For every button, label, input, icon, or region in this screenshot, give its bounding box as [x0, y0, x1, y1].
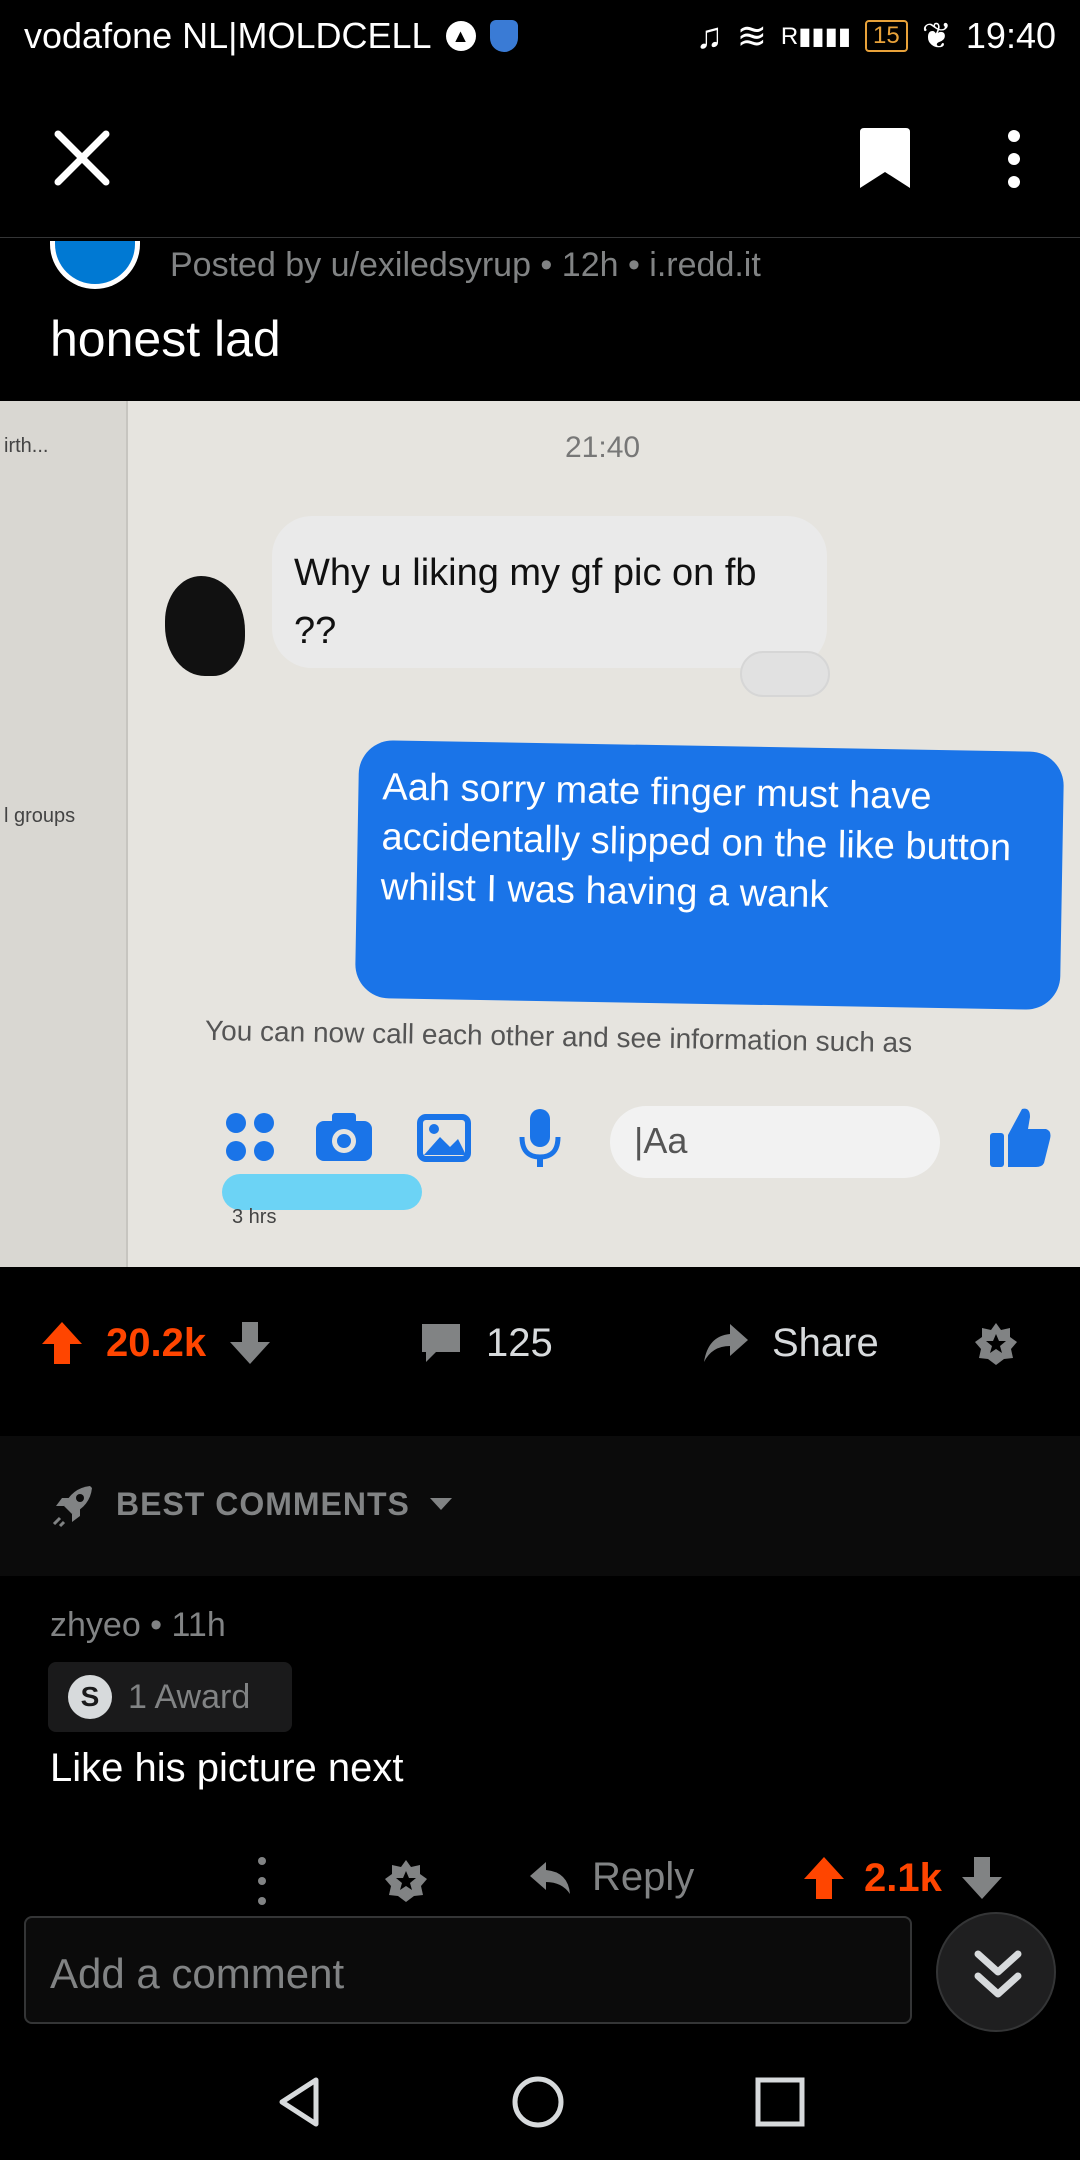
double-chevron-down-icon	[974, 1950, 1022, 1998]
rocket-icon	[52, 1486, 92, 1528]
reply-icon	[530, 1861, 570, 1894]
camera-icon	[316, 1113, 372, 1161]
comments-count: 125	[486, 1320, 553, 1365]
more-vertical-icon[interactable]	[252, 1853, 272, 1909]
upvote-icon[interactable]	[40, 1320, 84, 1366]
image-icon	[417, 1114, 471, 1162]
outgoing-message: Aah sorry mate finger must have accident…	[354, 739, 1065, 1011]
comment-vote: 2.1k	[802, 1855, 1004, 1901]
redaction-scribble	[222, 1174, 422, 1210]
home-icon[interactable]	[510, 2074, 566, 2130]
next-comment-button[interactable]	[936, 1912, 1056, 2032]
roaming-indicator: R	[780, 22, 799, 50]
sort-dropdown[interactable]: BEST COMMENTS	[50, 1480, 454, 1528]
vpn-shield-icon	[489, 20, 518, 52]
comment-composer: Add a comment	[0, 1912, 1080, 2042]
share-button[interactable]: Share	[702, 1320, 879, 1366]
battery-icon: 15	[865, 20, 908, 52]
alert-icon: ▲	[445, 21, 476, 51]
microphone-icon	[519, 1109, 561, 1167]
thumbs-up-icon	[990, 1108, 1051, 1167]
post-vote: 20.2k	[40, 1320, 272, 1366]
comment-sort-bar: BEST COMMENTS	[0, 1436, 1080, 1576]
call-notice: You can now call each other and see info…	[204, 1014, 913, 1059]
bookmark-icon[interactable]	[858, 128, 912, 190]
add-comment-input[interactable]: Add a comment	[24, 1916, 912, 2024]
posted-by[interactable]: Posted by u/exiledsyrup • 12h • i.redd.i…	[170, 246, 761, 285]
headset-icon: ♫	[695, 15, 723, 56]
message-time: 21:40	[565, 431, 641, 464]
add-reaction-icon	[740, 651, 830, 697]
carrier-label: vodafone NL|MOLDCELL	[24, 15, 432, 56]
close-icon[interactable]	[52, 128, 112, 188]
downvote-icon[interactable]	[960, 1855, 1004, 1901]
post-title: honest lad	[50, 311, 281, 367]
post-image[interactable]: irth... l groups 21:40 Why u liking my g…	[0, 401, 1080, 1267]
comment-score: 2.1k	[864, 1855, 942, 1900]
share-label: Share	[772, 1320, 879, 1365]
award-icon[interactable]	[382, 1857, 430, 1905]
apps-icon	[226, 1113, 274, 1161]
more-vertical-icon[interactable]	[1000, 128, 1028, 190]
wifi-icon: ≋	[736, 15, 767, 56]
back-icon[interactable]	[272, 2074, 328, 2130]
reply-button[interactable]: Reply	[528, 1855, 694, 1900]
status-bar: vodafone NL|MOLDCELL ▲ ♫ ≋ R▮▮▮▮ 15 ❦ 19…	[0, 0, 1080, 72]
messenger-input: |Aa	[610, 1106, 940, 1178]
comment-body: Like his picture next	[50, 1746, 404, 1790]
upvote-icon[interactable]	[802, 1855, 846, 1901]
subreddit-avatar[interactable]	[50, 241, 140, 289]
signal-icon: R▮▮▮▮	[780, 22, 852, 50]
comment-actions: Reply 2.1k	[0, 1841, 1080, 1921]
downvote-icon[interactable]	[228, 1320, 272, 1366]
post-actions: 20.2k 125 Share	[0, 1268, 1080, 1438]
time-ago: 3 hrs	[232, 1206, 277, 1228]
recents-icon[interactable]	[752, 2074, 808, 2130]
post-score: 20.2k	[106, 1320, 207, 1365]
chevron-down-icon	[429, 1498, 452, 1510]
silver-award-icon: S	[68, 1675, 112, 1719]
post-toolbar	[0, 72, 1080, 238]
comment: zhyeo • 11h S 1 Award Like his picture n…	[0, 1576, 1080, 1916]
image-sidebar-text: irth...	[4, 435, 49, 457]
reply-label: Reply	[592, 1855, 695, 1899]
image-sidebar	[0, 401, 128, 1267]
incoming-message: Why u liking my gf pic on fb ??	[272, 516, 827, 668]
sort-label: BEST COMMENTS	[116, 1485, 410, 1522]
comments-button[interactable]: 125	[418, 1320, 553, 1366]
award-count-label: 1 Award	[128, 1677, 251, 1716]
sender-avatar	[165, 576, 245, 676]
leaf-icon: ❦	[921, 15, 952, 56]
clock: 19:40	[965, 15, 1056, 56]
comment-icon	[422, 1324, 460, 1362]
image-sidebar-text: l groups	[4, 805, 76, 827]
comment-author-meta[interactable]: zhyeo • 11h	[50, 1606, 226, 1645]
comment-award-badge[interactable]: S 1 Award	[48, 1662, 292, 1732]
share-icon	[704, 1324, 748, 1362]
post-meta: Posted by u/exiledsyrup • 12h • i.redd.i…	[50, 240, 1050, 290]
award-icon[interactable]	[972, 1320, 1020, 1368]
system-nav-bar	[0, 2042, 1080, 2160]
